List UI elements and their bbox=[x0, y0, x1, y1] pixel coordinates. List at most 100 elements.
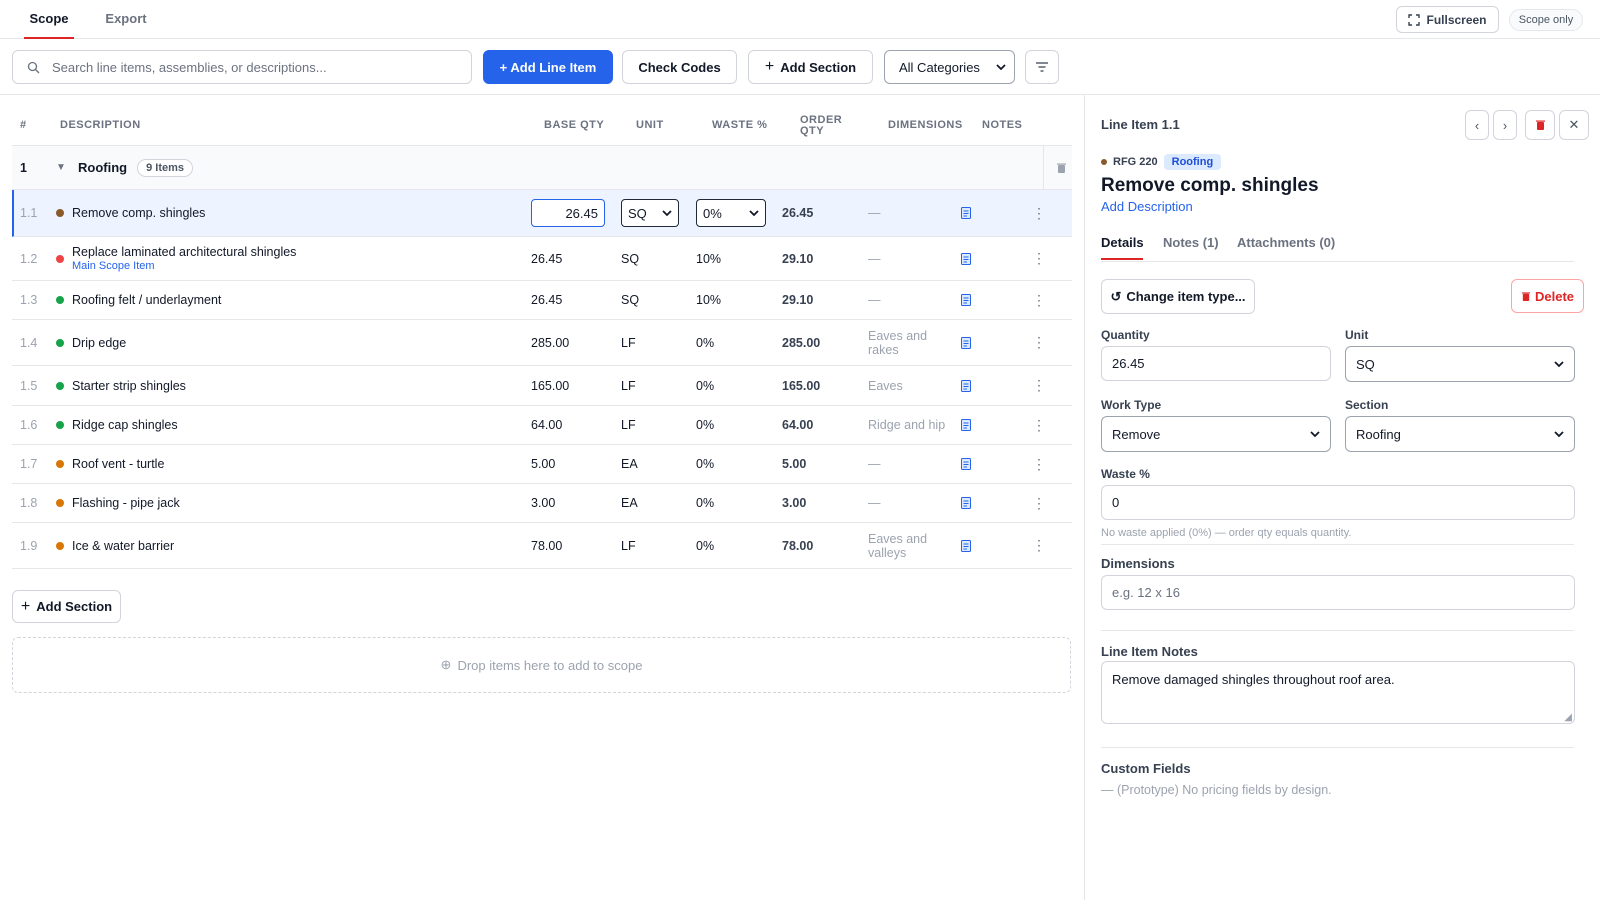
tab-export[interactable]: Export bbox=[98, 0, 154, 39]
base-qty[interactable]: 3.00 bbox=[531, 484, 555, 522]
change-item-type-button[interactable]: ↺ Change item type... bbox=[1101, 279, 1255, 314]
notes-icon[interactable] bbox=[961, 445, 971, 483]
base-qty[interactable]: 26.45 bbox=[531, 281, 562, 319]
main-scope-link[interactable]: Main Scope Item bbox=[72, 259, 296, 273]
base-qty[interactable]: 26.45 bbox=[531, 237, 562, 280]
row-description: Flashing - pipe jack bbox=[56, 484, 516, 522]
unit[interactable]: EA bbox=[621, 484, 638, 522]
check-codes-button[interactable]: Check Codes bbox=[622, 50, 737, 84]
drop-zone[interactable]: ⊕ Drop items here to add to scope bbox=[12, 637, 1071, 693]
waste[interactable]: 0% bbox=[696, 320, 714, 365]
row-menu-icon[interactable]: ⋮ bbox=[1032, 366, 1046, 405]
row-menu-icon[interactable]: ⋮ bbox=[1032, 281, 1046, 319]
waste-field[interactable]: 0 bbox=[1101, 485, 1575, 520]
row-menu-icon[interactable]: ⋮ bbox=[1032, 523, 1046, 568]
category-filter-select[interactable]: All Categories bbox=[884, 50, 1015, 84]
dimensions[interactable]: Ridge and hip bbox=[868, 406, 956, 444]
add-description-link[interactable]: Add Description bbox=[1101, 199, 1193, 214]
trash-icon[interactable] bbox=[1056, 146, 1067, 189]
unit-select[interactable]: SQ bbox=[1345, 346, 1575, 382]
waste[interactable]: 10% bbox=[696, 281, 721, 319]
base-qty[interactable]: 64.00 bbox=[531, 406, 562, 444]
waste[interactable]: 0% bbox=[696, 406, 714, 444]
table-row[interactable]: 1.2 Replace laminated architectural shing… bbox=[12, 237, 1072, 281]
row-menu-icon[interactable]: ⋮ bbox=[1032, 484, 1046, 522]
base-qty[interactable]: 285.00 bbox=[531, 320, 569, 365]
row-menu-icon[interactable]: ⋮ bbox=[1032, 190, 1046, 236]
notes-icon[interactable] bbox=[961, 237, 971, 280]
unit[interactable]: LF bbox=[621, 366, 636, 405]
table-row[interactable]: 1.5 Starter strip shingles 165.00 LF 0% 165.0… bbox=[12, 366, 1072, 406]
waste[interactable]: 0% bbox=[696, 484, 714, 522]
unit[interactable]: SQ bbox=[621, 237, 639, 280]
section-select[interactable]: Roofing bbox=[1345, 416, 1575, 452]
delete-item-icon-button[interactable] bbox=[1525, 110, 1555, 140]
tab-attachments[interactable]: Attachments (0) bbox=[1237, 235, 1335, 260]
row-menu-icon[interactable]: ⋮ bbox=[1032, 406, 1046, 444]
quantity-field[interactable]: 26.45 bbox=[1101, 346, 1331, 381]
waste[interactable]: 0% bbox=[696, 366, 714, 405]
add-section-bottom-button[interactable]: + Add Section bbox=[12, 590, 121, 623]
notes-icon[interactable] bbox=[961, 484, 971, 522]
next-item-button[interactable]: › bbox=[1493, 110, 1517, 140]
divider bbox=[1101, 544, 1574, 545]
waste[interactable]: 0% bbox=[696, 445, 714, 483]
unit[interactable]: LF bbox=[621, 320, 636, 365]
add-section-button[interactable]: + Add Section bbox=[748, 50, 873, 84]
table-row[interactable]: 1.3 Roofing felt / underlayment 26.45 SQ 10%… bbox=[12, 281, 1072, 320]
fullscreen-button[interactable]: Fullscreen bbox=[1396, 6, 1499, 33]
notes-icon[interactable] bbox=[961, 366, 971, 405]
row-menu-icon[interactable]: ⋮ bbox=[1032, 237, 1046, 280]
table-row[interactable]: 1.1 Remove comp. shingles 26.45 SQ 0% 26.45 — ⋮ bbox=[12, 190, 1072, 237]
resize-handle-icon[interactable]: ◢ bbox=[1564, 712, 1572, 723]
close-panel-button[interactable]: ✕ bbox=[1559, 110, 1589, 140]
dimensions[interactable]: — bbox=[868, 445, 956, 483]
dimensions[interactable]: Eaves and valleys bbox=[868, 523, 956, 568]
dimensions-field[interactable]: e.g. 12 x 16 bbox=[1101, 575, 1575, 610]
tabs-divider bbox=[1101, 261, 1574, 262]
row-menu-icon[interactable]: ⋮ bbox=[1032, 445, 1046, 483]
table-row[interactable]: 1.4 Drip edge 285.00 LF 0% 285.00 Eaves and ra… bbox=[12, 320, 1072, 366]
work-type-select[interactable]: Remove bbox=[1101, 416, 1331, 452]
search-input[interactable]: Search line items, assemblies, or descri… bbox=[12, 50, 472, 84]
dimensions[interactable]: — bbox=[868, 237, 956, 280]
row-menu-icon[interactable]: ⋮ bbox=[1032, 320, 1046, 365]
tab-scope[interactable]: Scope bbox=[24, 0, 74, 39]
base-qty[interactable]: 165.00 bbox=[531, 366, 569, 405]
tab-details[interactable]: Details bbox=[1101, 235, 1144, 260]
unit[interactable]: LF bbox=[621, 406, 636, 444]
prev-item-button[interactable]: ‹ bbox=[1465, 110, 1489, 140]
waste[interactable]: 0% bbox=[696, 523, 714, 568]
unit[interactable]: SQ bbox=[621, 281, 639, 319]
section-row-roofing[interactable]: 1 ▼ Roofing 9 Items bbox=[12, 146, 1072, 190]
dimensions[interactable]: Eaves bbox=[868, 366, 956, 405]
table-row[interactable]: 1.8 Flashing - pipe jack 3.00 EA 0% 3.00 — ⋮ bbox=[12, 484, 1072, 523]
table-row[interactable]: 1.6 Ridge cap shingles 64.00 LF 0% 64.00 Ridge… bbox=[12, 406, 1072, 445]
notes-icon[interactable] bbox=[961, 406, 971, 444]
dimensions[interactable]: — bbox=[868, 484, 956, 522]
dimensions[interactable]: — bbox=[868, 190, 956, 236]
unit[interactable]: LF bbox=[621, 523, 636, 568]
dimensions[interactable]: Eaves and rakes bbox=[868, 320, 956, 365]
waste-select[interactable]: 0% bbox=[696, 199, 766, 227]
table-row[interactable]: 1.9 Ice & water barrier 78.00 LF 0% 78.00 Eave… bbox=[12, 523, 1072, 569]
notes-icon[interactable] bbox=[961, 523, 971, 568]
dimensions[interactable]: — bbox=[868, 281, 956, 319]
add-line-item-button[interactable]: + Add Line Item bbox=[483, 50, 613, 84]
unit-select[interactable]: SQ bbox=[621, 199, 679, 227]
base-qty-input[interactable]: 26.45 bbox=[531, 199, 605, 227]
base-qty[interactable]: 78.00 bbox=[531, 523, 562, 568]
waste[interactable]: 10% bbox=[696, 237, 721, 280]
base-qty[interactable]: 5.00 bbox=[531, 445, 555, 483]
collapse-caret-icon[interactable]: ▼ bbox=[56, 146, 66, 189]
divider bbox=[1101, 747, 1574, 748]
unit[interactable]: EA bbox=[621, 445, 638, 483]
tab-notes[interactable]: Notes (1) bbox=[1163, 235, 1219, 260]
notes-icon[interactable] bbox=[961, 320, 971, 365]
filter-button[interactable] bbox=[1025, 50, 1059, 84]
notes-icon[interactable] bbox=[961, 281, 971, 319]
delete-button[interactable]: Delete bbox=[1511, 279, 1584, 313]
table-row[interactable]: 1.7 Roof vent - turtle 5.00 EA 0% 5.00 — ⋮ bbox=[12, 445, 1072, 484]
line-item-notes-textarea[interactable]: Remove damaged shingles throughout roof … bbox=[1101, 661, 1575, 724]
notes-icon[interactable] bbox=[961, 190, 971, 236]
